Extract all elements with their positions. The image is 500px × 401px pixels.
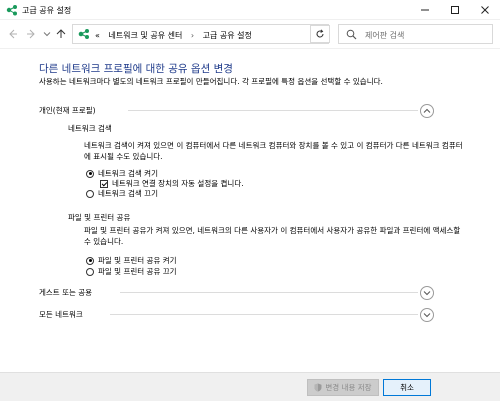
page-title: 다른 네트워크 프로필에 대한 공유 옵션 변경 bbox=[39, 63, 233, 75]
breadcrumb-advanced-sharing[interactable]: 고급 공유 설정 bbox=[203, 31, 252, 40]
sharing-off-radio[interactable] bbox=[86, 267, 94, 276]
section-guest-public-header[interactable]: 게스트 또는 공용 bbox=[39, 287, 92, 298]
save-changes-button[interactable]: 변경 내용 저장 bbox=[307, 379, 379, 396]
chevron-down-icon bbox=[43, 32, 51, 37]
control-panel-icon bbox=[78, 29, 89, 39]
search-box[interactable]: 제어판 검색 bbox=[338, 24, 493, 44]
breadcrumb-overflow[interactable]: « bbox=[95, 31, 100, 40]
forward-button[interactable] bbox=[24, 26, 38, 42]
breadcrumb-separator[interactable]: › bbox=[191, 31, 194, 40]
cancel-label: 취소 bbox=[400, 383, 414, 392]
discovery-off-option[interactable]: 네트워크 검색 끄기 bbox=[86, 188, 158, 199]
cancel-button[interactable]: 취소 bbox=[383, 379, 431, 396]
up-button[interactable] bbox=[54, 26, 68, 42]
arrow-right-icon bbox=[27, 29, 35, 39]
close-icon bbox=[481, 6, 489, 14]
discovery-off-radio[interactable] bbox=[86, 189, 94, 198]
arrow-left-icon bbox=[9, 29, 17, 39]
section-divider bbox=[110, 314, 418, 315]
breadcrumb-network-center[interactable]: 네트워크 및 공유 센터 bbox=[108, 31, 182, 40]
section-private-header[interactable]: 개인(현재 프로필) bbox=[39, 105, 96, 116]
discovery-on-radio[interactable] bbox=[86, 169, 94, 178]
file-printer-sharing-description: 파일 및 프린터 공유가 켜져 있으면, 네트워크의 다른 사용자가 이 컴퓨터… bbox=[84, 226, 461, 246]
search-input[interactable]: 제어판 검색 bbox=[365, 30, 404, 41]
refresh-icon bbox=[316, 29, 324, 38]
chevron-down-icon bbox=[423, 313, 431, 318]
section-divider bbox=[128, 110, 418, 111]
uac-shield-icon bbox=[314, 383, 322, 392]
file-printer-sharing-heading: 파일 및 프린터 공유 bbox=[68, 213, 131, 222]
network-discovery-heading: 네트워크 검색 bbox=[68, 124, 112, 133]
title-bar: 고급 공유 설정 bbox=[0, 0, 500, 20]
search-icon bbox=[346, 29, 357, 40]
window-title: 고급 공유 설정 bbox=[22, 6, 72, 15]
network-sharing-icon bbox=[6, 5, 17, 16]
discovery-off-label[interactable]: 네트워크 검색 끄기 bbox=[98, 188, 158, 199]
network-discovery-description: 네트워크 검색이 켜져 있으면 이 컴퓨터에서 다른 네트워크 컴퓨터와 장치를… bbox=[84, 141, 463, 161]
minimize-icon bbox=[421, 9, 429, 11]
sharing-off-option[interactable]: 파일 및 프린터 공유 끄기 bbox=[86, 266, 177, 277]
sharing-on-radio[interactable] bbox=[86, 256, 94, 265]
save-changes-label: 변경 내용 저장 bbox=[325, 383, 372, 392]
maximize-button[interactable] bbox=[440, 0, 470, 20]
sharing-on-option[interactable]: 파일 및 프린터 공유 켜기 bbox=[86, 255, 177, 266]
back-button[interactable] bbox=[6, 26, 20, 42]
sharing-off-label[interactable]: 파일 및 프린터 공유 끄기 bbox=[98, 266, 177, 277]
minimize-button[interactable] bbox=[410, 0, 440, 20]
collapse-private-button[interactable] bbox=[420, 104, 434, 118]
chevron-up-icon bbox=[423, 108, 431, 113]
refresh-button[interactable] bbox=[310, 25, 330, 43]
address-bar[interactable]: « 네트워크 및 공유 센터 › 고급 공유 설정 bbox=[72, 24, 375, 44]
expand-guest-public-button[interactable] bbox=[420, 286, 434, 300]
section-all-networks-header[interactable]: 모든 네트워크 bbox=[39, 309, 83, 320]
page-description: 사용하는 네트워크마다 별도의 네트워크 프로필이 만들어집니다. 각 프로필에… bbox=[39, 77, 383, 86]
auto-setup-checkbox[interactable] bbox=[100, 179, 108, 188]
content-area: 다른 네트워크 프로필에 대한 공유 옵션 변경 사용하는 네트워크마다 별도의… bbox=[0, 48, 500, 372]
close-button[interactable] bbox=[470, 0, 500, 20]
sharing-on-label[interactable]: 파일 및 프린터 공유 켜기 bbox=[98, 255, 177, 266]
arrow-up-icon bbox=[56, 29, 66, 38]
chevron-down-icon bbox=[423, 291, 431, 296]
recent-locations-button[interactable] bbox=[40, 26, 54, 42]
expand-all-networks-button[interactable] bbox=[420, 308, 434, 322]
navigation-bar: « 네트워크 및 공유 센터 › 고급 공유 설정 제어판 검색 bbox=[0, 22, 500, 46]
button-bar: 변경 내용 저장 취소 bbox=[0, 372, 500, 401]
maximize-icon bbox=[451, 6, 459, 14]
breadcrumb: « 네트워크 및 공유 센터 › 고급 공유 설정 bbox=[95, 30, 258, 41]
section-divider bbox=[120, 292, 418, 293]
